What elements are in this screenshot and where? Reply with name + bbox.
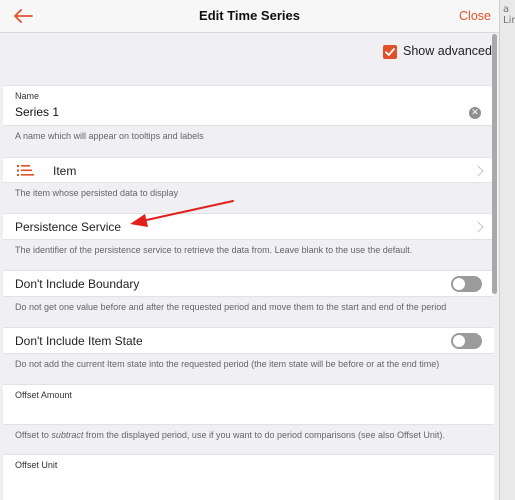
dont-include-boundary-title: Don't Include Boundary <box>15 277 140 291</box>
item-row-title: Item <box>53 164 77 178</box>
annotation-arrow <box>130 200 234 227</box>
dont-include-boundary-toggle[interactable] <box>451 276 482 292</box>
persistence-service-title: Persistence Service <box>15 220 122 234</box>
dont-include-item-state-row: Don't Include Item State <box>3 327 494 354</box>
name-help-text: A name which will appear on tooltips and… <box>15 131 204 141</box>
item-row[interactable]: Item <box>3 157 494 183</box>
chevron-right-icon <box>472 165 484 177</box>
offset-amount-label: Offset Amount <box>15 390 72 400</box>
show-advanced-label: Show advanced <box>403 44 492 58</box>
toggle-knob <box>453 335 465 347</box>
chevron-right-icon <box>472 221 484 233</box>
show-advanced-checkbox[interactable] <box>383 45 397 59</box>
name-field-label: Name <box>15 91 40 101</box>
page-title: Edit Time Series <box>199 8 300 23</box>
boundary-help-text: Do not get one value before and after th… <box>15 302 447 312</box>
offset-amount-help-text: Offset to subtract from the displayed pe… <box>15 430 493 440</box>
help-text-emphasis: subtract <box>51 430 84 440</box>
name-input[interactable]: Series 1 <box>15 105 59 119</box>
list-icon <box>17 165 34 176</box>
dont-include-boundary-row: Don't Include Boundary <box>3 270 494 297</box>
name-field-row[interactable]: Name Series 1 ✕ <box>3 85 494 126</box>
persistence-help-text: The identifier of the persistence servic… <box>15 245 413 255</box>
checkmark-icon <box>385 48 395 56</box>
toggle-knob <box>453 278 465 290</box>
offset-amount-row[interactable]: Offset Amount <box>3 384 494 425</box>
offset-unit-row[interactable]: Offset Unit <box>3 454 494 500</box>
scrollbar[interactable] <box>492 34 497 294</box>
dont-include-item-state-toggle[interactable] <box>451 333 482 349</box>
clear-icon[interactable]: ✕ <box>469 107 481 119</box>
navbar: Edit Time Series Close <box>0 0 499 33</box>
dont-include-item-state-title: Don't Include Item State <box>15 334 143 348</box>
background-text: a Line <box>503 4 515 26</box>
close-button[interactable]: Close <box>459 9 491 23</box>
item-help-text: The item whose persisted data to display <box>15 188 179 198</box>
help-text-part: Offset to <box>15 430 52 440</box>
item-state-help-text: Do not add the current Item state into t… <box>15 359 440 369</box>
help-text-part: from the displayed period, use if you wa… <box>83 430 445 440</box>
persistence-service-row[interactable]: Persistence Service <box>3 213 494 240</box>
edit-time-series-popup: Edit Time Series Close Show advanced Nam… <box>0 0 500 500</box>
offset-unit-label: Offset Unit <box>15 460 58 470</box>
